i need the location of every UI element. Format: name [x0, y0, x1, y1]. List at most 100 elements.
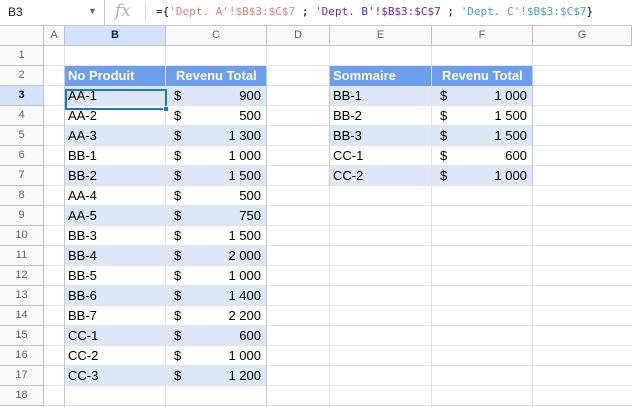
formula-input[interactable]: ={'Dept. A'!$B$3:$C$7 ; 'Dept. B'!$B$3:$… — [156, 5, 593, 18]
formula-bar: B3 ▼ fx ={'Dept. A'!$B$3:$C$7 ; 'Dept. B… — [0, 0, 632, 26]
column-header-b[interactable]: B — [65, 26, 166, 46]
currency-symbol: $ — [174, 328, 182, 343]
table-cell-product[interactable]: BB-7 — [65, 306, 165, 325]
row-header-3[interactable]: 3 — [0, 86, 44, 106]
table-cell-revenue[interactable]: $1 500 — [166, 226, 266, 245]
revenue-value: 500 — [239, 108, 261, 123]
table-cell-product[interactable]: CC-3 — [65, 366, 165, 385]
row-header-8[interactable]: 8 — [0, 186, 44, 206]
row-header-1[interactable]: 1 — [0, 46, 44, 66]
select-all-corner[interactable] — [0, 26, 44, 46]
column-header-g[interactable]: G — [533, 26, 632, 46]
table-cell-revenue[interactable]: $1 200 — [166, 366, 266, 385]
table-cell-revenue[interactable]: $600 — [166, 326, 266, 345]
formula-suffix: } — [586, 5, 594, 18]
left_table-header-id[interactable]: No Produit — [65, 66, 165, 86]
table-cell-product[interactable]: BB-2 — [65, 166, 165, 185]
table-cell-product[interactable]: AA-4 — [65, 186, 165, 205]
row-header-2[interactable]: 2 — [0, 66, 44, 86]
table-cell-revenue[interactable]: $750 — [166, 206, 266, 225]
table-cell-revenue[interactable]: $1 000 — [166, 346, 266, 365]
right_table-header-revenue[interactable]: Revenu Total — [432, 66, 532, 86]
column-header-d[interactable]: D — [267, 26, 330, 46]
row-header-17[interactable]: 17 — [0, 366, 44, 386]
revenue-value: 900 — [239, 88, 261, 103]
row-header-6[interactable]: 6 — [0, 146, 44, 166]
table-cell-revenue[interactable]: $1 000 — [432, 166, 532, 185]
range-border-right — [266, 66, 267, 386]
revenue-value: 1 000 — [228, 268, 261, 283]
currency-symbol: $ — [174, 288, 182, 303]
table-cell-product[interactable]: BB-3 — [330, 126, 431, 145]
formula-range-2: 'Dept. B'!$B$3:$C$7 — [314, 5, 441, 18]
row-header-10[interactable]: 10 — [0, 226, 44, 246]
row-header-13[interactable]: 13 — [0, 286, 44, 306]
table-cell-product[interactable]: AA-5 — [65, 206, 165, 225]
table-cell-revenue[interactable]: $1 500 — [432, 126, 532, 145]
currency-symbol: $ — [174, 308, 182, 323]
table-cell-product[interactable]: AA-3 — [65, 126, 165, 145]
currency-symbol: $ — [174, 228, 182, 243]
table-cell-revenue[interactable]: $1 000 — [166, 146, 266, 165]
row-header-7[interactable]: 7 — [0, 166, 44, 186]
revenue-value: 1 000 — [228, 148, 261, 163]
table-cell-product[interactable]: BB-2 — [330, 106, 431, 125]
table-cell-revenue[interactable]: $1 400 — [166, 286, 266, 305]
table-cell-revenue[interactable]: $2 000 — [166, 246, 266, 265]
row-header-18[interactable]: 18 — [0, 386, 44, 406]
revenue-value: 1 000 — [494, 168, 527, 183]
row-header-15[interactable]: 15 — [0, 326, 44, 346]
revenue-value: 1 000 — [494, 88, 527, 103]
formula-range-3: 'Dept. C'!$B$3:$C$7 — [460, 5, 587, 18]
column-header-f[interactable]: F — [432, 26, 533, 46]
table-cell-product[interactable]: CC-2 — [65, 346, 165, 365]
table-cell-product[interactable]: CC-2 — [330, 166, 431, 185]
currency-symbol: $ — [440, 148, 448, 163]
revenue-value: 2 200 — [228, 308, 261, 323]
range-border-right — [532, 66, 533, 186]
gridline-horizontal — [44, 385, 632, 386]
table-cell-revenue[interactable]: $600 — [432, 146, 532, 165]
name-box[interactable]: B3 ▼ — [0, 0, 105, 25]
table-cell-revenue[interactable]: $1 000 — [166, 266, 266, 285]
currency-symbol: $ — [174, 128, 182, 143]
row-header-12[interactable]: 12 — [0, 266, 44, 286]
table-cell-revenue[interactable]: $1 300 — [166, 126, 266, 145]
table-cell-revenue[interactable]: $1 000 — [432, 86, 532, 105]
column-header-e[interactable]: E — [330, 26, 432, 46]
row-header-9[interactable]: 9 — [0, 206, 44, 226]
table-cell-product[interactable]: BB-1 — [330, 86, 431, 105]
table-cell-revenue[interactable]: $500 — [166, 106, 266, 125]
row-header-4[interactable]: 4 — [0, 106, 44, 126]
table-cell-revenue[interactable]: $2 200 — [166, 306, 266, 325]
table-cell-revenue[interactable]: $1 500 — [432, 106, 532, 125]
currency-symbol: $ — [440, 108, 448, 123]
table-cell-revenue[interactable]: $1 500 — [166, 166, 266, 185]
currency-symbol: $ — [440, 128, 448, 143]
row-header-16[interactable]: 16 — [0, 346, 44, 366]
table-cell-product[interactable]: CC-1 — [330, 146, 431, 165]
table-cell-product[interactable]: BB-3 — [65, 226, 165, 245]
table-cell-revenue[interactable]: $500 — [166, 186, 266, 205]
cell-reference: B3 — [8, 5, 23, 19]
left_table-header-revenue[interactable]: Revenu Total — [166, 66, 266, 86]
row-header-11[interactable]: 11 — [0, 246, 44, 266]
column-header-a[interactable]: A — [44, 26, 65, 46]
table-cell-product[interactable]: BB-5 — [65, 266, 165, 285]
revenue-value: 600 — [239, 328, 261, 343]
row-header-5[interactable]: 5 — [0, 126, 44, 146]
table-cell-product[interactable]: BB-4 — [65, 246, 165, 265]
fill-handle[interactable] — [163, 106, 169, 112]
table-cell-product[interactable]: BB-6 — [65, 286, 165, 305]
column-header-c[interactable]: C — [166, 26, 267, 46]
currency-symbol: $ — [174, 148, 182, 163]
right_table-header-id[interactable]: Sommaire — [330, 66, 431, 86]
revenue-value: 1 500 — [494, 128, 527, 143]
chevron-down-icon[interactable]: ▼ — [88, 6, 97, 16]
table-cell-product[interactable]: CC-1 — [65, 326, 165, 345]
table-cell-product[interactable]: BB-1 — [65, 146, 165, 165]
active-cell-selection[interactable] — [65, 89, 167, 110]
formula-separator-2: ; — [440, 5, 461, 18]
table-cell-revenue[interactable]: $900 — [166, 86, 266, 105]
row-header-14[interactable]: 14 — [0, 306, 44, 326]
